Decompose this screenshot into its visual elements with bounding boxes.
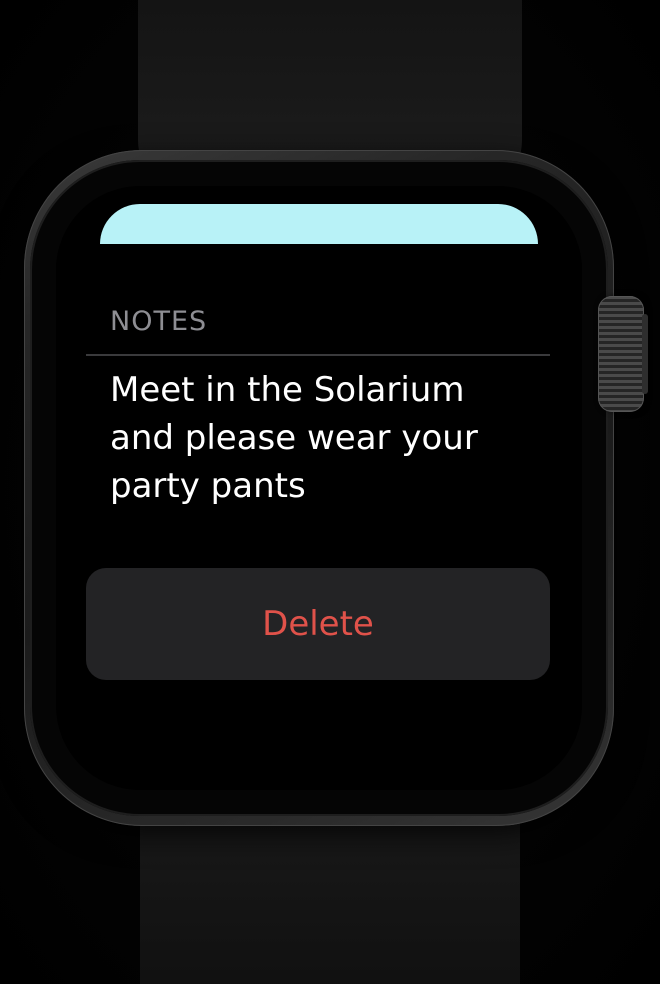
section-divider	[86, 354, 550, 356]
card-mask	[56, 244, 582, 304]
notes-section-label: NOTES	[110, 306, 208, 337]
watch-stage: NOTES Meet in the Solarium and please we…	[0, 0, 660, 984]
digital-crown[interactable]	[598, 296, 648, 412]
notes-body-text: Meet in the Solarium and please wear you…	[110, 370, 478, 506]
delete-button-label: Delete	[262, 604, 374, 644]
delete-button[interactable]: Delete	[86, 568, 550, 680]
watch-screen: NOTES Meet in the Solarium and please we…	[56, 186, 582, 790]
